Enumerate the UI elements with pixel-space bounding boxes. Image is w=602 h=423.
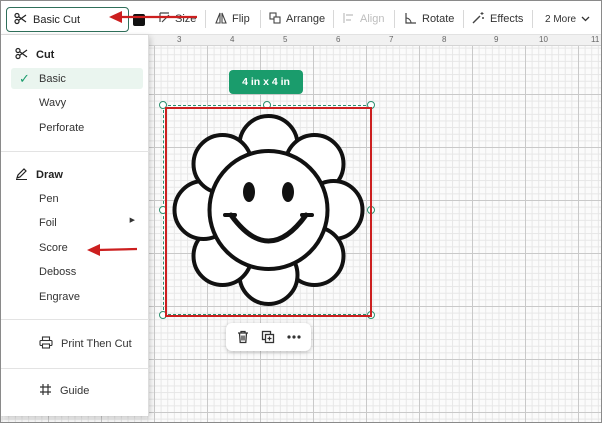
operation-dropdown[interactable]: Basic Cut <box>6 7 129 32</box>
ruler-tick: 11 <box>591 35 600 44</box>
menu-divider <box>1 151 149 152</box>
toolbar-divider <box>532 10 533 28</box>
draw-section-header: Draw <box>15 167 63 183</box>
menu-divider <box>1 368 149 369</box>
ruler-tick: 9 <box>494 35 499 44</box>
menu-item-foil[interactable]: Foil ▶ <box>11 212 143 233</box>
effects-button[interactable]: Effects <box>472 10 523 28</box>
cut-header-label: Cut <box>36 49 55 61</box>
menu-item-basic[interactable]: ✓ Basic <box>11 68 143 89</box>
menu-item-label: Pen <box>39 192 59 205</box>
size-icon <box>159 12 170 26</box>
align-label: Align <box>360 13 385 25</box>
selection-mini-toolbar <box>226 323 311 351</box>
ruler-tick: 8 <box>442 35 447 44</box>
size-badge: 4 in x 4 in <box>229 70 303 94</box>
align-icon <box>343 12 355 27</box>
guide-button[interactable]: Guide <box>39 383 89 399</box>
ruler-tick: 5 <box>283 35 288 44</box>
print-then-cut-button[interactable]: Print Then Cut <box>39 336 132 352</box>
top-toolbar: Basic Cut Size Flip Arrange Align Rotate… <box>1 1 601 35</box>
flip-icon <box>215 12 227 27</box>
pen-icon <box>15 167 28 183</box>
menu-item-wavy[interactable]: Wavy <box>11 92 143 113</box>
operation-menu: Cut ✓ Basic Wavy Perforate Draw Pen Foil… <box>1 35 149 416</box>
guide-label: Guide <box>60 385 90 397</box>
toolbar-divider <box>394 10 395 28</box>
app-window: 3 4 5 6 7 8 9 10 11 4 in x 4 in Basic Cu… <box>0 0 602 423</box>
toolbar-divider <box>260 10 261 28</box>
draw-header-label: Draw <box>36 169 63 181</box>
size-button[interactable]: Size <box>159 10 196 28</box>
color-swatch[interactable] <box>133 14 145 26</box>
ruler-tick: 4 <box>230 35 235 44</box>
more-dropdown-button[interactable]: 2 More <box>545 10 590 28</box>
submenu-arrow-icon: ▶ <box>129 217 135 224</box>
print-then-cut-label: Print Then Cut <box>61 338 132 350</box>
more-icon[interactable] <box>283 326 305 348</box>
menu-item-label: Foil <box>39 216 57 229</box>
menu-item-score[interactable]: Score <box>11 237 143 258</box>
chevron-down-icon <box>581 14 590 25</box>
arrange-label: Arrange <box>286 13 326 25</box>
menu-item-label: Deboss <box>39 265 77 278</box>
magic-wand-icon <box>472 11 485 27</box>
size-label: Size <box>175 13 197 25</box>
operation-label: Basic Cut <box>33 13 81 26</box>
checkmark-icon: ✓ <box>19 71 30 86</box>
toolbar-divider <box>463 10 464 28</box>
menu-item-perforate[interactable]: Perforate <box>11 117 143 138</box>
align-button[interactable]: Align <box>343 10 384 28</box>
menu-item-label: Wavy <box>39 96 67 109</box>
menu-item-label: Score <box>39 241 68 254</box>
toolbar-divider <box>333 10 334 28</box>
ruler-tick: 6 <box>336 35 341 44</box>
grid-hash-icon <box>39 383 52 399</box>
rotate-icon <box>405 12 417 27</box>
menu-item-label: Perforate <box>39 121 85 134</box>
menu-item-engrave[interactable]: Engrave <box>11 286 143 307</box>
cut-section-header: Cut <box>15 47 54 63</box>
ruler-tick: 10 <box>539 35 548 44</box>
menu-item-label: Basic <box>39 72 66 85</box>
arrange-button[interactable]: Arrange <box>269 10 325 28</box>
trash-icon[interactable] <box>232 326 254 348</box>
menu-divider <box>1 319 149 320</box>
toolbar-divider <box>205 10 206 28</box>
ruler-tick: 7 <box>389 35 394 44</box>
menu-item-pen[interactable]: Pen <box>11 188 143 209</box>
menu-item-deboss[interactable]: Deboss <box>11 261 143 282</box>
flip-button[interactable]: Flip <box>215 10 250 28</box>
duplicate-icon[interactable] <box>257 326 279 348</box>
more-label: 2 More <box>545 13 577 25</box>
annotation-highlight-box <box>165 107 372 317</box>
rotate-label: Rotate <box>422 13 455 25</box>
rotate-button[interactable]: Rotate <box>405 10 454 28</box>
ruler-tick: 3 <box>177 35 182 44</box>
printer-icon <box>39 336 53 352</box>
scissors-icon <box>15 47 28 63</box>
menu-item-label: Engrave <box>39 290 80 303</box>
scissors-icon <box>14 12 27 28</box>
effects-label: Effects <box>490 13 524 25</box>
flip-label: Flip <box>232 13 250 25</box>
arrange-icon <box>269 11 281 27</box>
